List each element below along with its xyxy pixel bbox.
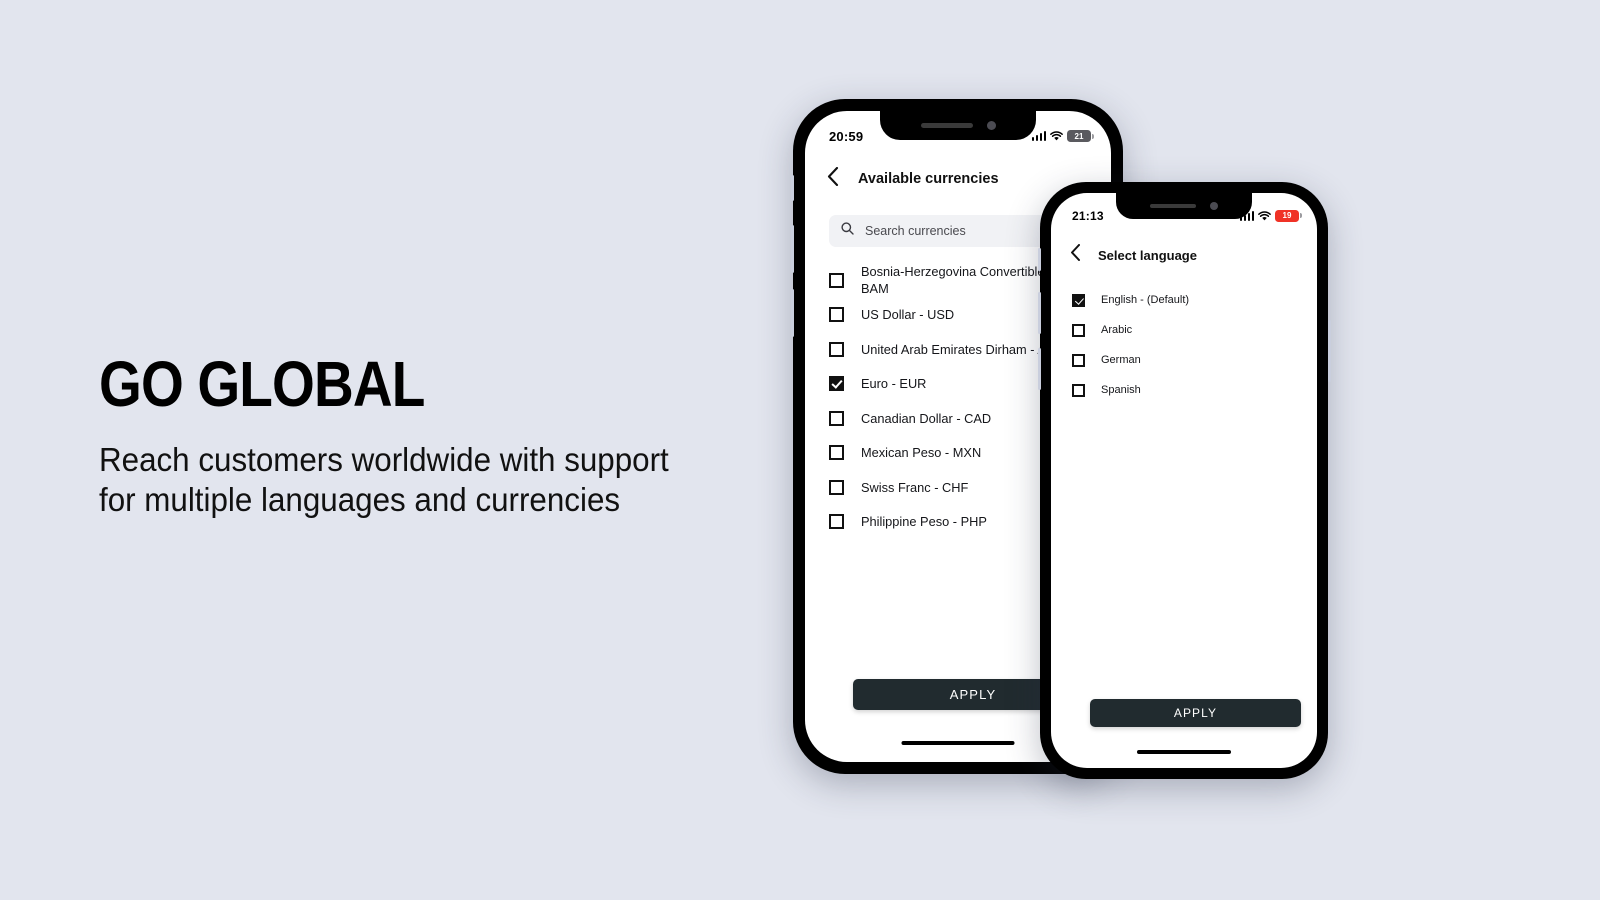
marketing-copy: GO GLOBAL Reach customers worldwide with… bbox=[99, 352, 799, 521]
volume-down-button[interactable] bbox=[790, 289, 794, 337]
screen-title: Available currencies bbox=[858, 171, 999, 187]
volume-up-button-2[interactable] bbox=[1037, 292, 1041, 334]
checkbox-unchecked[interactable] bbox=[829, 445, 844, 461]
status-clock: 21:13 bbox=[1072, 208, 1104, 223]
checkbox-unchecked[interactable] bbox=[829, 307, 844, 323]
checkbox-unchecked[interactable] bbox=[829, 479, 844, 495]
checkbox-unchecked[interactable] bbox=[1072, 383, 1085, 397]
battery-icon: 19 bbox=[1275, 209, 1302, 222]
checkbox-unchecked[interactable] bbox=[1072, 353, 1085, 367]
phone-screen-languages: 21:13 19 Select language English - (Defa… bbox=[1051, 193, 1317, 768]
list-item-label: English - (Default) bbox=[1101, 293, 1190, 306]
subtitle-line-2: for multiple languages and currencies bbox=[99, 481, 621, 519]
chevron-left-icon[interactable] bbox=[827, 166, 839, 191]
phone-mockup-languages: 21:13 19 Select language English - (Defa… bbox=[1037, 182, 1331, 779]
list-item-label: Philippine Peso - PHP bbox=[861, 514, 987, 530]
battery-level-text: 21 bbox=[1074, 131, 1084, 141]
subtitle-line-1: Reach customers worldwide with support bbox=[99, 441, 669, 478]
volume-down-button-2[interactable] bbox=[1037, 348, 1041, 390]
signal-bars-icon bbox=[1239, 210, 1254, 221]
signal-bars-icon bbox=[1031, 131, 1046, 141]
status-bar: 20:59 21 bbox=[805, 111, 1111, 151]
search-icon bbox=[841, 222, 854, 240]
list-item-label: Swiss Franc - CHF bbox=[861, 479, 969, 495]
checkbox-unchecked[interactable] bbox=[829, 341, 844, 357]
checkbox-unchecked[interactable] bbox=[1072, 323, 1085, 337]
language-list-item[interactable]: Arabic bbox=[1072, 315, 1298, 345]
list-item-label: US Dollar - USD bbox=[861, 307, 955, 323]
app-header-2: Select language bbox=[1051, 237, 1317, 273]
apply-button[interactable]: APPLY bbox=[1090, 699, 1301, 727]
language-list-item[interactable]: German bbox=[1072, 345, 1298, 375]
home-indicator bbox=[901, 740, 1015, 745]
battery-icon: 21 bbox=[1067, 130, 1094, 142]
list-item-label: Arabic bbox=[1101, 323, 1133, 336]
list-item-label: Mexican Peso - MXN bbox=[861, 445, 982, 461]
checkbox-unchecked[interactable] bbox=[829, 514, 844, 530]
status-clock: 20:59 bbox=[829, 128, 864, 144]
silent-switch-button-2[interactable] bbox=[1037, 248, 1041, 271]
home-indicator bbox=[1137, 750, 1231, 754]
status-indicators: 19 bbox=[1239, 209, 1302, 222]
list-item-label: German bbox=[1101, 353, 1141, 366]
language-list-item[interactable]: English - (Default) bbox=[1072, 285, 1298, 315]
language-list-item[interactable]: Spanish bbox=[1072, 375, 1298, 405]
power-button-2[interactable] bbox=[1327, 320, 1331, 382]
checkbox-checked[interactable] bbox=[1072, 293, 1085, 307]
status-bar-2: 21:13 19 bbox=[1051, 193, 1317, 229]
checkbox-unchecked[interactable] bbox=[829, 272, 844, 288]
battery-level-text: 19 bbox=[1282, 211, 1292, 220]
chevron-left-icon[interactable] bbox=[1070, 244, 1081, 266]
volume-up-button[interactable] bbox=[790, 225, 794, 273]
silent-switch-button[interactable] bbox=[790, 175, 794, 201]
wifi-icon bbox=[1258, 210, 1271, 221]
list-item-label: Spanish bbox=[1101, 383, 1141, 396]
list-item-label: United Arab Emirates Dirham - AE bbox=[861, 341, 1055, 357]
screen-title: Select language bbox=[1098, 247, 1197, 263]
list-item-label: Euro - EUR bbox=[861, 376, 927, 392]
checkbox-unchecked[interactable] bbox=[829, 410, 844, 426]
list-item-label: Canadian Dollar - CAD bbox=[861, 410, 992, 426]
page-subtitle: Reach customers worldwide with support f… bbox=[99, 440, 764, 521]
language-list: English - (Default) Arabic German Spanish bbox=[1051, 285, 1317, 405]
wifi-icon bbox=[1050, 131, 1063, 141]
page-title: GO GLOBAL bbox=[99, 348, 425, 420]
search-placeholder-text: Search currencies bbox=[865, 224, 966, 238]
list-item-label: Bosnia-Herzegovina Convertible M BAM bbox=[861, 264, 1059, 297]
checkbox-checked[interactable] bbox=[829, 376, 844, 392]
status-indicators: 21 bbox=[1031, 130, 1094, 142]
